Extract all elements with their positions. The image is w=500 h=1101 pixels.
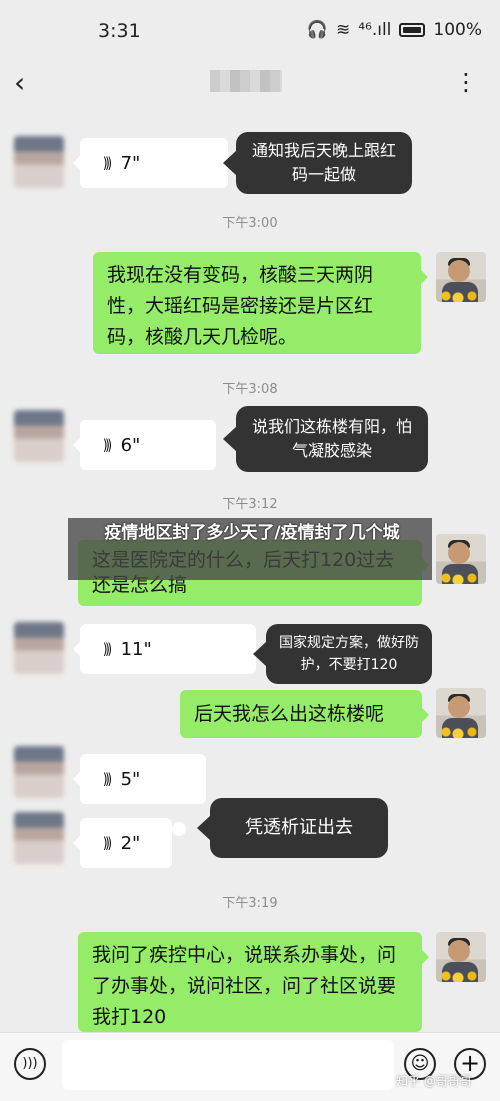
voice-transcript: 凭透析证出去: [197, 798, 388, 858]
voice-duration: 2": [120, 832, 141, 854]
voice-transcript: 国家规定方案，做好防护，不要打120: [253, 624, 432, 684]
wifi-icon: ≋: [335, 20, 351, 40]
timestamp: 下午3:08: [222, 382, 278, 397]
voice-wave-icon: ))): [102, 436, 112, 454]
contact-avatar[interactable]: [14, 812, 64, 864]
contact-avatar[interactable]: [14, 622, 64, 674]
voice-message[interactable]: ))) 11": [73, 624, 256, 674]
voice-message[interactable]: ))) 5": [73, 754, 206, 804]
my-avatar[interactable]: [436, 932, 486, 982]
voice-wave-icon: ))): [102, 834, 112, 852]
my-avatar[interactable]: [436, 688, 486, 738]
signal-text: ⁴⁶.ıll: [358, 20, 392, 40]
voice-wave-icon: ))): [102, 154, 112, 172]
voice-message[interactable]: ))) 7": [73, 138, 228, 188]
battery-icon: [399, 23, 426, 37]
status-icons: 🎧 ≋ ⁴⁶.ıll 100%: [307, 20, 482, 40]
status-time: 3:31: [98, 20, 141, 42]
voice-transcript: 说我们这栋楼有阳，怕气凝胶感染: [223, 406, 428, 472]
voice-message[interactable]: ))) 2": [73, 818, 172, 868]
back-icon[interactable]: ‹: [14, 66, 44, 100]
my-avatar[interactable]: [436, 534, 486, 584]
voice-duration: 7": [120, 152, 141, 174]
more-icon[interactable]: ⋮: [454, 68, 478, 96]
headphones-icon: 🎧: [306, 20, 328, 40]
watermark: 知乎 @哥哥哥: [396, 1074, 472, 1088]
outgoing-message[interactable]: 我现在没有变码，核酸三天两阴性，大瑶红码是密接还是片区红码，核酸几天几检呢。: [93, 252, 428, 354]
voice-duration: 11": [120, 638, 152, 660]
outgoing-message[interactable]: 我问了疾控中心，说联系办事处，问了办事处，说问社区，问了社区说要我打120: [78, 932, 429, 1032]
battery-percent: 100%: [433, 20, 482, 40]
outgoing-message[interactable]: 后天我怎么出这栋楼呢: [180, 690, 429, 738]
voice-toggle-icon[interactable]: ))): [14, 1048, 46, 1080]
timestamp: 下午3:19: [222, 896, 278, 911]
voice-wave-icon: ))): [102, 640, 112, 658]
voice-duration: 6": [120, 434, 141, 456]
timestamp: 下午3:12: [222, 497, 278, 512]
chat-title-blurred: [210, 70, 282, 92]
timestamp: 下午3:00: [222, 216, 278, 231]
voice-transcript: 通知我后天晚上跟红码一起做: [223, 132, 412, 194]
headline-text: 疫情地区封了多少天了/疫情封了几个城: [104, 523, 400, 543]
contact-avatar[interactable]: [14, 136, 64, 188]
voice-message[interactable]: ))) 6": [73, 420, 216, 470]
voice-wave-icon: ))): [102, 770, 112, 788]
contact-avatar[interactable]: [14, 410, 64, 462]
message-input[interactable]: [62, 1040, 394, 1090]
my-avatar[interactable]: [436, 252, 486, 302]
unread-dot: [172, 822, 186, 836]
voice-duration: 5": [120, 768, 141, 790]
contact-avatar[interactable]: [14, 746, 64, 798]
